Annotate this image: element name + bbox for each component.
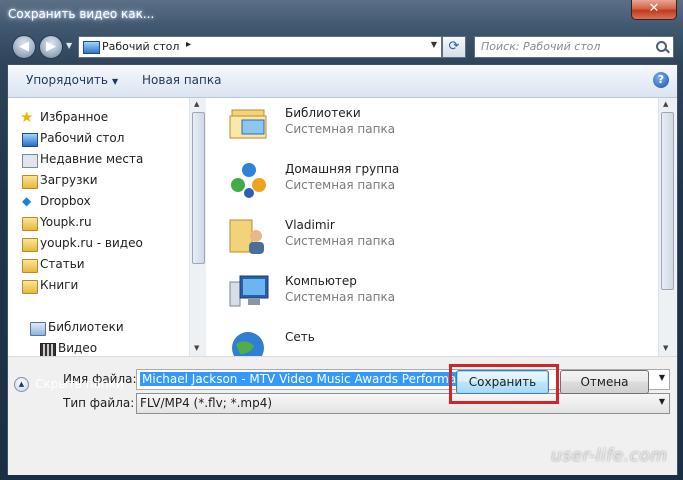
homegroup-icon [228,160,270,200]
list-item[interactable]: Библиотеки Системная папка [228,102,628,152]
libraries-icon [30,322,46,336]
nav-libraries-label: Библиотеки [48,320,124,334]
item-name: Компьютер [285,274,357,288]
nav-item-label: Недавние места [40,152,144,166]
nav-item-downloads[interactable]: Загрузки [22,173,98,191]
nav-item-youpk[interactable]: Youpk.ru [22,215,92,233]
nav-item-dropbox[interactable]: ◆ Dropbox [22,194,91,212]
back-button[interactable]: ◀ [12,35,36,59]
nav-item-label: Видео [58,341,98,355]
nav-libraries[interactable]: Библиотеки [30,320,124,338]
title-bar[interactable]: Сохранить видео как... ✕ [0,0,683,32]
file-list-scrollbar[interactable]: ▲ ▼ [658,98,676,356]
nav-item-video[interactable]: Видео [40,341,98,356]
address-bar[interactable]: Рабочий стол ▸ ▼ [78,36,442,58]
chevron-down-icon[interactable]: ▼ [659,397,665,406]
computer-icon [228,272,270,312]
item-type: Системная папка [285,234,396,248]
scroll-down-icon[interactable]: ▼ [194,344,199,352]
folder-icon [22,280,38,294]
item-type: Системная папка [285,178,396,192]
nav-item-label: Книги [40,278,79,292]
downloads-folder-icon [22,175,38,189]
star-icon: ★ [20,108,34,126]
window-title: Сохранить видео как... [8,7,155,21]
nav-item-desktop[interactable]: Рабочий стол [22,131,125,149]
address-dropdown-icon[interactable]: ▼ [431,40,437,49]
recent-pages-dropdown-icon[interactable]: ▼ [66,41,72,50]
forward-button[interactable]: ▶ [39,35,63,59]
folder-icon [22,217,38,231]
filetype-label: Тип файла: [63,396,135,410]
nav-item-recent[interactable]: Недавние места [22,152,144,170]
cancel-button[interactable]: Отмена [560,370,649,394]
watermark: user-life.com [551,446,668,466]
video-library-icon [40,343,56,356]
hide-folders-label: Скрыть папки [35,377,124,391]
nav-item-label: youpk.ru - видео [40,236,143,250]
nav-scrollbar[interactable]: ▲ ▼ [189,98,206,356]
address-chevron-icon[interactable]: ▸ [186,39,191,50]
save-dialog: Сохранить видео как... ✕ ◀ ▶ ▼ Рабочий с… [0,0,683,480]
nav-item-label: Статьи [40,257,85,271]
filetype-select[interactable]: FLV/MP4 (*.flv; *.mp4) ▼ [136,393,670,414]
libraries-icon [228,104,270,144]
toolbar: Упорядочить ▼ Новая папка ? [8,65,677,98]
list-item[interactable]: Компьютер Системная папка [228,270,628,320]
save-button[interactable]: Сохранить [456,370,549,394]
search-icon[interactable] [656,41,667,52]
item-name: Vladimir [285,218,335,232]
address-path[interactable]: Рабочий стол [102,40,179,53]
nav-item-label: Рабочий стол [40,131,125,145]
chevron-down-icon: ▼ [111,77,119,86]
search-placeholder: Поиск: Рабочий стол [481,40,601,53]
list-item[interactable]: Сеть [228,326,628,356]
item-name: Домашняя группа [285,162,400,176]
dropbox-icon: ◆ [22,194,32,208]
nav-favorites[interactable]: ★ Избранное [20,108,109,128]
new-folder-button[interactable]: Новая папка [142,73,221,87]
hide-folders-button[interactable]: ▲ Скрыть папки [14,377,124,392]
file-list: Библиотеки Системная папка Домашняя груп… [206,98,658,356]
nav-item-label: Youpk.ru [40,215,92,229]
search-input[interactable]: Поиск: Рабочий стол [474,36,674,58]
scroll-thumb[interactable] [192,112,205,264]
item-type: Системная папка [285,290,396,304]
nav-item-articles[interactable]: Статьи [22,257,85,275]
organize-label: Упорядочить [26,73,108,87]
collapse-icon: ▲ [14,377,29,392]
help-icon[interactable]: ? [653,72,669,88]
navigation-pane: ★ Избранное Рабочий стол Недавние места З… [8,98,189,356]
user-folder-icon [228,216,270,256]
chevron-down-icon[interactable]: ▼ [659,373,665,382]
folder-icon [22,238,38,252]
scroll-up-icon[interactable]: ▲ [194,100,199,108]
item-type: Системная папка [285,122,396,136]
nav-item-label: Загрузки [40,173,98,187]
desktop-icon [83,41,100,54]
network-icon [228,328,270,356]
scroll-down-icon[interactable]: ▼ [663,344,668,352]
recent-places-icon [22,154,38,168]
list-item[interactable]: Vladimir Системная папка [228,214,628,264]
item-name: Библиотеки [285,106,361,120]
desktop-icon [22,133,38,147]
nav-favorites-label: Избранное [40,110,109,124]
scroll-thumb[interactable] [661,112,674,290]
organize-button[interactable]: Упорядочить ▼ [26,73,118,87]
list-item[interactable]: Домашняя группа Системная папка [228,158,628,208]
close-button[interactable]: ✕ [631,0,677,20]
nav-item-label: Dropbox [40,194,91,208]
folder-icon [22,259,38,273]
nav-item-books[interactable]: Книги [22,278,79,296]
dialog-body: Упорядочить ▼ Новая папка ? ★ Избранное Ра… [7,64,678,475]
scroll-up-icon[interactable]: ▲ [663,100,668,108]
refresh-button[interactable]: ⟳ [442,36,466,58]
item-name: Сеть [285,330,315,344]
filetype-value: FLV/MP4 (*.flv; *.mp4) [140,396,273,410]
nav-item-youpk-video[interactable]: youpk.ru - видео [22,236,143,254]
